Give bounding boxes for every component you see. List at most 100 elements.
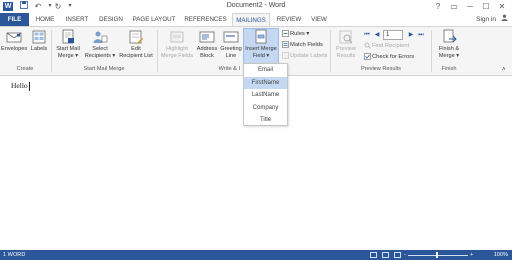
group-label-write-insert: Write & I: [218, 66, 240, 72]
highlight-merge-fields-icon: [170, 31, 184, 43]
find-recipient-icon: [364, 42, 371, 49]
edit-recipient-list-icon: [129, 30, 143, 44]
finish-merge-icon: [443, 29, 457, 43]
tab-mailings[interactable]: MAILINGS: [232, 13, 270, 26]
ribbon-display-options-button[interactable]: ▭: [446, 0, 462, 13]
address-block-button[interactable]: Address Block: [196, 29, 218, 59]
edit-recipient-list-button[interactable]: Edit Recipient List: [117, 29, 155, 59]
envelopes-button[interactable]: Envelopes: [1, 29, 27, 53]
tab-page-layout[interactable]: PAGE LAYOUT: [130, 13, 178, 26]
address-block-label-2: Block: [200, 52, 214, 59]
document-body[interactable]: Hello: [11, 81, 30, 91]
minimize-button[interactable]: ─: [462, 0, 478, 13]
tab-references[interactable]: REFERENCES: [183, 13, 228, 26]
start-mail-merge-label-2: Merge ▾: [57, 52, 79, 59]
sign-in-link[interactable]: Sign in: [476, 13, 496, 26]
envelopes-label: Envelopes: [1, 46, 28, 52]
rules-button[interactable]: Rules ▾: [282, 30, 309, 39]
edit-recipient-list-label-2: Recipient List: [119, 52, 153, 59]
previous-record-icon[interactable]: ◀: [373, 30, 381, 40]
check-for-errors-label: Check for Errors: [372, 54, 415, 61]
menu-item-firstname[interactable]: FirstName: [244, 76, 287, 89]
insert-merge-field-button[interactable]: Insert Merge Field ▾: [243, 28, 279, 65]
update-labels-icon: [282, 52, 289, 59]
tab-file[interactable]: FILE: [0, 13, 29, 26]
envelope-icon: [6, 32, 22, 43]
finish-merge-button[interactable]: Finish & Merge ▾: [435, 29, 463, 59]
zoom-out-button[interactable]: -: [404, 250, 406, 260]
close-button[interactable]: ✕: [494, 0, 510, 13]
tab-view[interactable]: VIEW: [308, 13, 330, 26]
edit-recipient-list-label-1: Edit: [131, 46, 141, 52]
check-for-errors-button[interactable]: Check for Errors: [364, 53, 414, 62]
help-button[interactable]: ?: [430, 0, 446, 13]
first-record-icon[interactable]: ⏮: [363, 30, 371, 40]
rules-label: Rules ▾: [290, 31, 310, 38]
rules-icon: [282, 30, 289, 37]
insert-merge-field-icon: [255, 29, 267, 44]
tab-insert[interactable]: INSERT: [63, 13, 91, 26]
select-recipients-button[interactable]: Select Recipients ▾: [84, 29, 116, 59]
maximize-button[interactable]: ☐: [478, 0, 494, 13]
read-mode-icon[interactable]: [370, 252, 377, 258]
document-text: Hello: [11, 81, 28, 90]
match-fields-icon: [282, 41, 289, 48]
group-separator: [330, 30, 331, 72]
group-label-finish: Finish: [441, 66, 457, 72]
update-labels-label: Update Labels: [290, 53, 328, 60]
greeting-line-label-1: Greeting: [220, 46, 242, 52]
word-count[interactable]: 1 WORD: [3, 250, 25, 260]
labels-button[interactable]: Labels: [29, 29, 49, 53]
next-record-icon[interactable]: ▶: [407, 30, 415, 40]
highlight-merge-fields-label-1: Highlight: [166, 46, 188, 52]
find-recipient-button[interactable]: Find Recipient: [364, 42, 409, 51]
finish-merge-label-2: Merge ▾: [438, 52, 460, 59]
match-fields-button[interactable]: Match Fields: [282, 41, 323, 50]
greeting-line-label-2: Line: [225, 52, 237, 59]
menu-item-lastname[interactable]: LastName: [244, 89, 287, 102]
insert-merge-field-label-1: Insert Merge: [245, 46, 277, 52]
ribbon-tabs: FILE HOME INSERT DESIGN PAGE LAYOUT REFE…: [0, 13, 512, 26]
menu-item-title[interactable]: Title: [244, 114, 287, 127]
preview-results-label-2: Results: [336, 52, 356, 59]
web-layout-icon[interactable]: [394, 252, 401, 258]
update-labels-button[interactable]: Update Labels: [282, 52, 327, 61]
record-number-input[interactable]: 1: [383, 30, 403, 40]
select-recipients-label-2: Recipients ▾: [84, 52, 116, 59]
group-label-create: Create: [16, 66, 34, 72]
insert-merge-field-menu: Email FirstName LastName Company Title: [243, 63, 288, 126]
user-icon[interactable]: [501, 13, 508, 26]
zoom-slider[interactable]: [408, 254, 468, 256]
collapse-ribbon-icon[interactable]: ˄: [502, 66, 506, 75]
address-block-icon: [199, 31, 215, 43]
preview-results-button[interactable]: Preview Results: [333, 29, 359, 59]
last-record-icon[interactable]: ⏭: [417, 30, 425, 40]
preview-results-label-1: Preview: [336, 46, 356, 52]
greeting-line-button[interactable]: Greeting Line: [219, 29, 243, 59]
match-fields-label: Match Fields: [290, 42, 323, 49]
start-mail-merge-icon: [62, 29, 74, 44]
tab-home[interactable]: HOME: [32, 13, 58, 26]
labels-label: Labels: [30, 46, 48, 52]
check-for-errors-icon: [364, 53, 371, 60]
zoom-level[interactable]: 100%: [494, 250, 508, 260]
menu-item-email[interactable]: Email: [244, 64, 287, 77]
group-separator: [157, 30, 158, 72]
highlight-merge-fields-label-2: Merge Fields: [160, 52, 194, 59]
group-label-start-mail-merge: Start Mail Merge: [83, 66, 125, 72]
tab-design[interactable]: DESIGN: [97, 13, 125, 26]
finish-merge-label-1: Finish &: [438, 46, 460, 52]
zoom-in-button[interactable]: +: [470, 250, 473, 260]
start-mail-merge-button[interactable]: Start Mail Merge ▾: [53, 29, 83, 59]
highlight-merge-fields-button[interactable]: Highlight Merge Fields: [159, 29, 195, 59]
print-layout-icon[interactable]: [382, 252, 389, 258]
zoom-slider-thumb[interactable]: [436, 252, 438, 258]
greeting-line-icon: [223, 31, 239, 43]
labels-icon: [32, 30, 46, 44]
menu-item-company[interactable]: Company: [244, 102, 287, 115]
status-bar: 1 WORD - + 100%: [0, 250, 512, 260]
insert-merge-field-label-2: Field ▾: [252, 52, 270, 59]
tab-review[interactable]: REVIEW: [274, 13, 304, 26]
group-label-preview-results: Preview Results: [360, 66, 402, 72]
preview-results-icon: [339, 30, 353, 44]
